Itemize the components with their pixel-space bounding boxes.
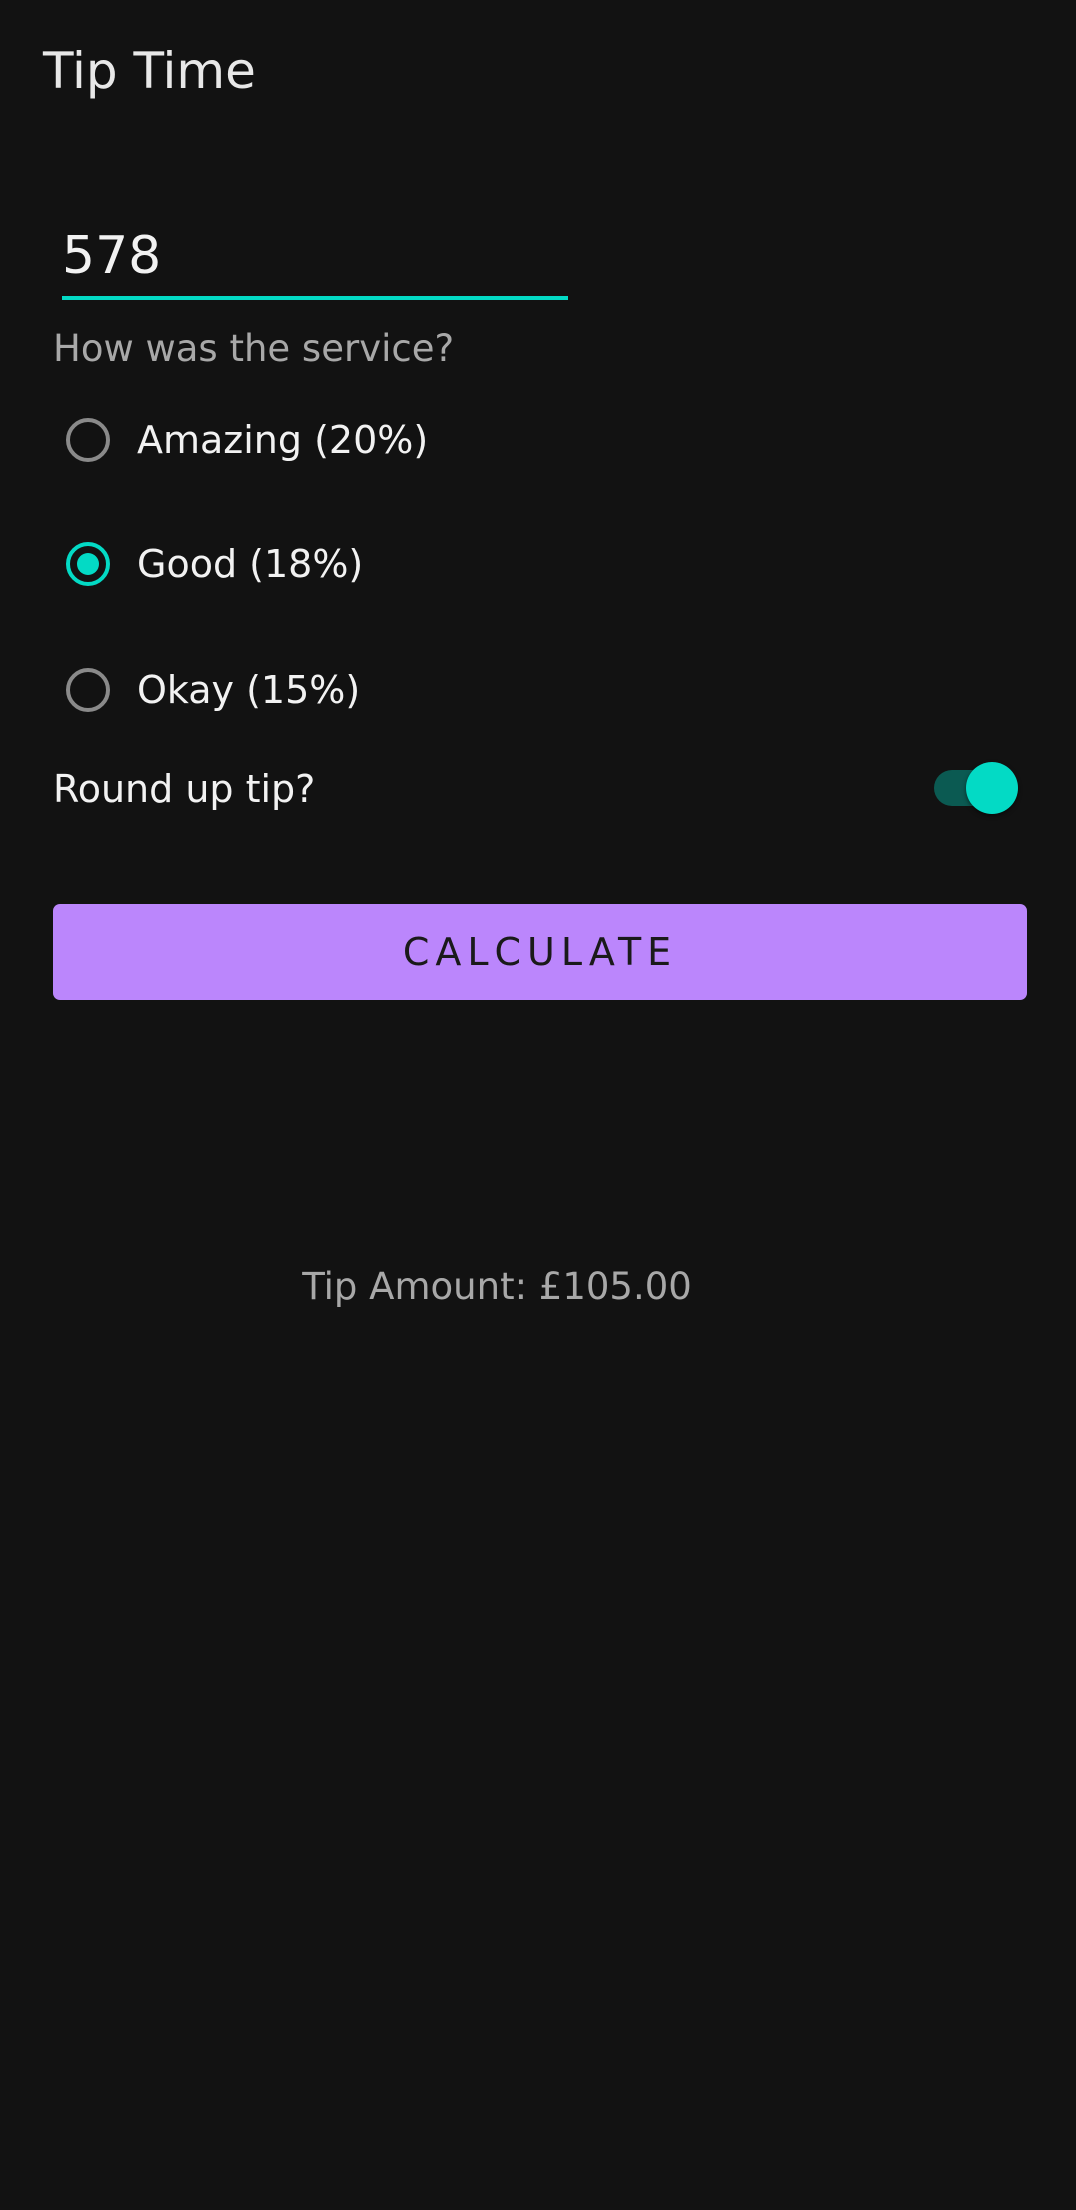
app-title: Tip Time [43, 42, 256, 100]
tip-option-label: Good (18%) [137, 542, 364, 586]
cost-of-service-input[interactable]: 578 [62, 222, 568, 304]
service-question-label: How was the service? [53, 327, 455, 370]
radio-button-good[interactable] [66, 542, 110, 586]
tip-option-okay[interactable]: Okay (15%) [66, 660, 360, 720]
tip-time-screen: Tip Time 578 How was the service? Amazin… [0, 0, 1076, 2210]
radio-button-amazing[interactable] [66, 418, 110, 462]
tip-option-good[interactable]: Good (18%) [66, 534, 363, 594]
tip-option-amazing[interactable]: Amazing (20%) [66, 410, 428, 470]
input-underline [62, 296, 568, 300]
tip-option-label: Okay (15%) [137, 668, 361, 712]
radio-button-okay[interactable] [66, 668, 110, 712]
radio-selected-dot [77, 553, 99, 575]
tip-option-label: Amazing (20%) [137, 418, 429, 462]
tip-amount-result: Tip Amount: £105.00 [302, 1265, 692, 1308]
round-up-switch[interactable] [930, 760, 1020, 816]
cost-of-service-value: 578 [62, 226, 162, 286]
calculate-button[interactable]: CALCULATE [53, 904, 1027, 1000]
round-up-label: Round up tip? [53, 767, 316, 811]
switch-thumb [966, 762, 1018, 814]
